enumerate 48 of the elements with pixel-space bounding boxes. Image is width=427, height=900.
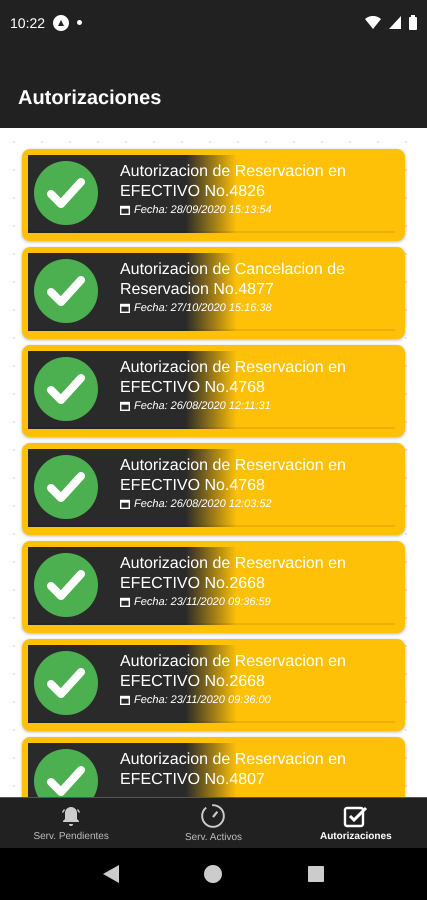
authorization-card[interactable]: Autorizacion de Reservacion en EFECTIVO No.4768 Fecha: 26/08/2020 12:11:31 [22,345,405,437]
signal-icon [389,16,401,29]
authorization-card[interactable]: Autorizacion de Reservacion en EFECTIVO No.4826 Fecha: 28/09/2020 15:13:54 [22,149,405,241]
nav-tab[interactable]: Serv. Activos [142,798,285,848]
authorization-date: Fecha: 23/11/2020 09:36:00 [134,694,271,706]
nav-tab[interactable]: Serv. Pendientes [0,798,142,848]
calendar-icon [120,597,130,607]
checkmark-icon [34,161,98,225]
authorization-date: Fecha: 27/10/2020 15:16:38 [134,302,272,314]
status-time: 10:22 [10,14,46,30]
home-icon[interactable] [204,865,222,883]
speedometer-icon [200,803,226,829]
checkmark-icon [34,553,98,617]
authorization-date: Fecha: 28/09/2020 15:13:54 [134,204,272,216]
authorization-card[interactable]: Autorizacion de Cancelacion de Reservacion No.4877 Fecha: 27/10/2020 15:16:38 [22,247,405,339]
wifi-icon [365,16,381,29]
checkmark-icon [34,749,98,797]
checkbox-icon [342,804,369,828]
calendar-icon [120,205,130,215]
authorization-card[interactable]: Autorizacion de Reservacion en EFECTIVO No.2668 Fecha: 23/11/2020 09:36:00 [22,639,405,731]
nav-tab[interactable]: Autorizaciones [284,798,427,848]
authorization-date: Fecha: 26/08/2020 12:11:31 [134,400,271,412]
checkmark-icon [34,259,98,323]
authorization-title: Autorizacion de Reservacion en EFECTIVO No.4826 [120,162,347,202]
app-notification-icon [53,14,70,30]
authorization-card[interactable]: Autorizacion de Reservacion en EFECTIVO No.2668 Fecha: 23/11/2020 09:36:59 [22,541,405,633]
calendar-icon [120,303,130,313]
back-icon[interactable] [102,865,119,883]
authorization-card[interactable]: Autorizacion de Reservacion en EFECTIVO No.4768 Fecha: 26/08/2020 12:03:52 [22,443,405,535]
checkmark-icon [34,455,98,519]
checkmark-icon [34,651,98,715]
battery-icon [409,15,417,30]
calendar-icon [120,695,130,705]
authorization-card[interactable]: Autorizacion de Reservacion en EFECTIVO No.4807 [22,737,405,797]
screen-title: Autorizaciones [17,86,162,110]
authorization-title: Autorizacion de Reservacion en EFECTIVO No.4768 [120,456,347,496]
recents-icon[interactable] [308,866,324,882]
authorization-date: Fecha: 26/08/2020 12:03:52 [134,498,272,510]
authorization-date: Fecha: 23/11/2020 09:36:59 [134,596,271,608]
authorization-title: Autorizacion de Reservacion en EFECTIVO No.4807 [120,750,347,790]
authorization-title: Autorizacion de Reservacion en EFECTIVO No.2668 [120,554,347,594]
dot-icon [77,20,82,25]
calendar-icon [120,401,130,411]
authorization-title: Autorizacion de Reservacion en EFECTIVO No.4768 [120,358,347,398]
authorization-title: Autorizacion de Reservacion en EFECTIVO No.2668 [120,652,347,692]
authorization-title: Autorizacion de Cancelacion de Reservacion No.4877 [120,260,346,300]
checkmark-icon [34,357,98,421]
calendar-icon [120,499,130,509]
